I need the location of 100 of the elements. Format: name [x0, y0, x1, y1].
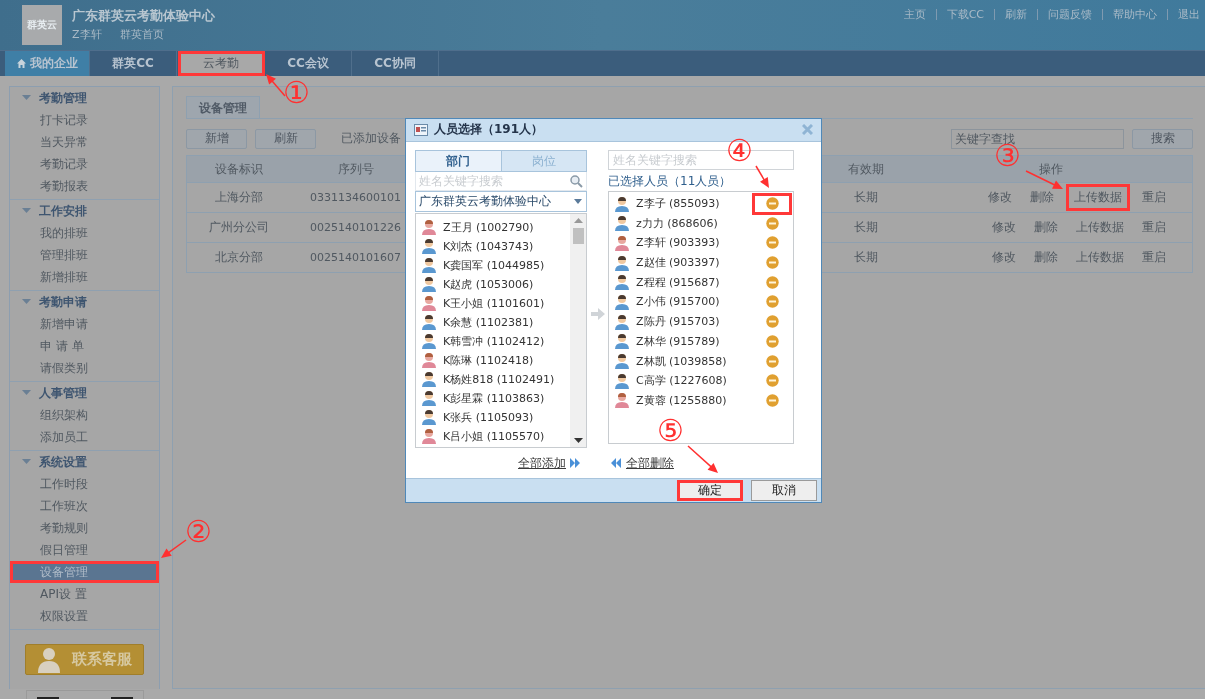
scrollbar[interactable]	[570, 213, 586, 447]
dialog-title: 人员选择（191人）	[434, 121, 544, 139]
sidebar-group[interactable]: 人事管理	[10, 382, 159, 404]
caret-icon	[574, 198, 582, 204]
sidebar-item[interactable]: 我的排班	[10, 222, 159, 244]
nav-tab[interactable]: CC协同	[352, 51, 439, 76]
table-cell: 上海分部	[214, 190, 263, 204]
action-link[interactable]: 修改	[982, 184, 1018, 211]
action-link[interactable]: 上传数据	[1070, 244, 1130, 271]
sidebar-item[interactable]: 当天异常	[10, 131, 159, 153]
selected-person-item[interactable]: z力力 (868606)	[609, 213, 793, 234]
action-link[interactable]: 修改	[986, 244, 1022, 271]
selected-person-item[interactable]: Z赵佳 (903397)	[609, 252, 793, 273]
action-link[interactable]: 重启	[1136, 184, 1172, 211]
sidebar-item[interactable]: 新增排班	[10, 266, 159, 288]
table-cell: 0025140101607	[310, 251, 401, 264]
logo: 群英云	[22, 5, 62, 45]
sidebar-item[interactable]: 组织架构	[10, 404, 159, 426]
person-item[interactable]: K刘杰 (1043743)	[416, 236, 570, 256]
person-item[interactable]: K吕小姐 (1105570)	[416, 426, 570, 446]
sidebar-group[interactable]: 考勤申请	[10, 291, 159, 313]
scroll-down-icon[interactable]	[573, 437, 583, 443]
table-cell: 北京分部	[214, 250, 263, 264]
person-item[interactable]: K韩雪冲 (1102412)	[416, 331, 570, 351]
sidebar-item[interactable]: 打卡记录	[10, 109, 159, 131]
person-item[interactable]: K杨姓818 (1102491)	[416, 369, 570, 389]
sidebar-item[interactable]: 管理排班	[10, 244, 159, 266]
toolbar-button[interactable]: 新增	[186, 128, 247, 149]
right-arrow-icon[interactable]	[590, 307, 605, 320]
remove-all-link[interactable]: 全部删除	[626, 454, 674, 472]
header-link[interactable]: 退出	[1178, 7, 1200, 22]
selected-person-item[interactable]: Z林华 (915789)	[609, 331, 793, 352]
action-link[interactable]: 删除	[1024, 184, 1060, 211]
department-dropdown[interactable]: 广东群英云考勤体验中心	[415, 190, 587, 212]
annotation-arrow	[687, 445, 718, 473]
sidebar-item[interactable]: 工作时段	[10, 473, 159, 495]
sidebar-item[interactable]: 考勤记录	[10, 153, 159, 175]
panel-tab[interactable]: 设备管理	[186, 96, 260, 118]
column-header: 设备标识	[214, 161, 263, 176]
sidebar-item[interactable]: 申 请 单	[10, 335, 159, 357]
action-link[interactable]: 修改	[986, 214, 1022, 241]
sidebar-group[interactable]: 考勤管理	[10, 87, 159, 109]
action-link[interactable]: 重启	[1136, 214, 1172, 241]
search-button[interactable]: 搜索	[1132, 128, 1193, 149]
person-item[interactable]: K陈琳 (1102418)	[416, 350, 570, 370]
nav-tab[interactable]: 云考勤	[178, 51, 265, 76]
confirm-button[interactable]: 确定	[677, 480, 743, 502]
sidebar-item[interactable]: 考勤规则	[10, 517, 159, 539]
selected-person-item[interactable]: Z李子 (855093)	[609, 193, 793, 214]
home-link[interactable]: 群英首页	[119, 27, 164, 42]
action-link[interactable]: 上传数据	[1066, 184, 1130, 211]
minus-circle-icon	[765, 216, 779, 230]
selected-person-item[interactable]: Z陈丹 (915703)	[609, 311, 793, 332]
header-link[interactable]: 问题反馈	[1048, 7, 1092, 22]
sidebar-item[interactable]: API设 置	[10, 583, 159, 605]
selected-person-item[interactable]: Z黄蓉 (1255880)	[609, 390, 793, 411]
sidebar-item[interactable]: 设备管理	[10, 561, 159, 583]
header-link[interactable]: 帮助中心	[1113, 7, 1157, 22]
dialog-tab[interactable]: 岗位	[501, 150, 586, 171]
close-icon[interactable]	[802, 124, 813, 136]
sidebar-item[interactable]: 请假类别	[10, 357, 159, 379]
nav-tab[interactable]: 群英CC	[90, 51, 177, 76]
selected-person-item[interactable]: Z程程 (915687)	[609, 272, 793, 293]
selected-person-item[interactable]: Z李轩 (903393)	[609, 233, 793, 253]
dialog-tab[interactable]: 部门	[416, 150, 502, 171]
selected-person-item[interactable]: Z小伟 (915700)	[609, 292, 793, 312]
header-link[interactable]: 下载CC	[946, 7, 984, 22]
sidebar-item[interactable]: 考勤报表	[10, 175, 159, 197]
caret-icon	[22, 208, 31, 214]
action-link[interactable]: 删除	[1028, 214, 1064, 241]
nav-tab[interactable]: 我的企业	[5, 51, 90, 76]
sidebar-item[interactable]: 权限设置	[10, 605, 159, 627]
sidebar-item[interactable]: 新增申请	[10, 313, 159, 335]
person-item[interactable]: Z王月 (1002790)	[416, 217, 570, 237]
selected-person-item[interactable]: Z林凯 (1039858)	[609, 351, 793, 371]
add-all-link[interactable]: 全部添加	[518, 454, 566, 472]
sidebar-group[interactable]: 工作安排	[10, 200, 159, 222]
remove-button[interactable]	[752, 192, 792, 215]
person-item[interactable]: K彭星霖 (1103863)	[416, 388, 570, 408]
scrollbar-thumb[interactable]	[572, 227, 584, 244]
action-link[interactable]: 上传数据	[1070, 214, 1130, 241]
header-link[interactable]: 主页	[903, 7, 926, 22]
person-item[interactable]: K龚国军 (1044985)	[416, 255, 570, 275]
person-item[interactable]: K王小姐 (1101601)	[416, 293, 570, 313]
header-link[interactable]: 刷新	[1005, 7, 1027, 22]
person-item[interactable]: K张兵 (1105093)	[416, 407, 570, 427]
person-item[interactable]: K赵虎 (1053006)	[416, 274, 570, 294]
table-cell: 0025140101226	[310, 221, 401, 234]
selected-person-item[interactable]: C高学 (1227608)	[609, 370, 793, 391]
scroll-up-icon[interactable]	[573, 217, 583, 223]
action-link[interactable]: 删除	[1028, 244, 1064, 271]
person-item[interactable]: K余慧 (1102381)	[416, 312, 570, 332]
sidebar-item[interactable]: 添加员工	[10, 426, 159, 448]
sidebar-item[interactable]: 工作班次	[10, 495, 159, 517]
contact-button[interactable]: 联系客服	[25, 644, 144, 675]
cancel-button[interactable]: 取消	[751, 480, 817, 502]
sidebar-group[interactable]: 系统设置	[10, 451, 159, 473]
toolbar-button[interactable]: 刷新	[255, 128, 316, 149]
action-link[interactable]: 重启	[1136, 244, 1172, 271]
sidebar-item[interactable]: 假日管理	[10, 539, 159, 561]
